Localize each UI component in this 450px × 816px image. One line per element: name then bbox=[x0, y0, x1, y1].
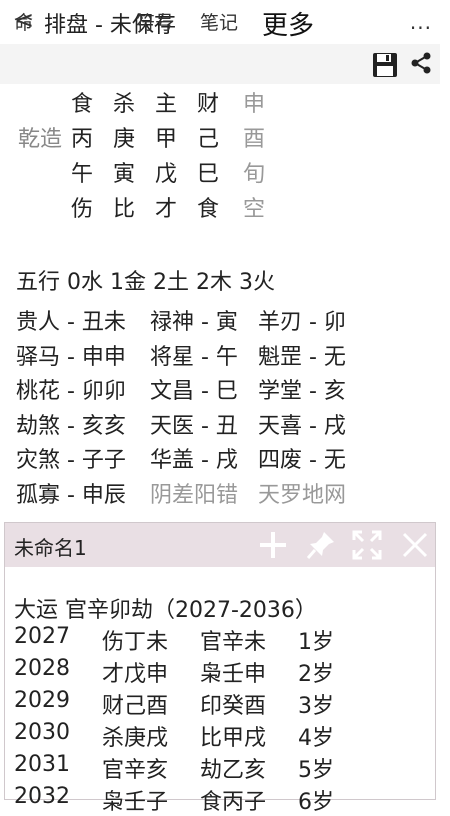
bazi-cell[interactable]: 寅 bbox=[104, 156, 144, 188]
bazi-cell[interactable]: 午 bbox=[62, 156, 102, 188]
shensha-item[interactable]: 天喜 - 戌 bbox=[258, 408, 346, 440]
year-label[interactable]: 2030 bbox=[14, 720, 70, 745]
shensha-item[interactable]: 魁罡 - 无 bbox=[258, 339, 346, 371]
bazi-cell[interactable]: 酉 bbox=[234, 121, 274, 153]
bazi-cell[interactable]: 杀 bbox=[104, 86, 144, 118]
save-icon[interactable] bbox=[372, 52, 398, 78]
ganzhi-cell[interactable]: 官辛亥 bbox=[102, 752, 168, 784]
year-label[interactable]: 2032 bbox=[14, 784, 70, 809]
age-label[interactable]: 6岁 bbox=[298, 784, 334, 816]
bazi-cell[interactable]: 庚 bbox=[104, 121, 144, 153]
shensha-item[interactable]: 灾煞 - 子子 bbox=[16, 442, 126, 474]
bazi-cell[interactable]: 伤 bbox=[62, 191, 102, 223]
ganzhi-cell[interactable]: 财己酉 bbox=[102, 688, 168, 720]
bazi-cell[interactable]: 戊 bbox=[146, 156, 186, 188]
tab-more[interactable]: 更多 bbox=[262, 5, 314, 42]
bazi-cell[interactable]: 食 bbox=[188, 191, 228, 223]
year-label[interactable]: 2028 bbox=[14, 656, 70, 681]
year-label[interactable]: 2031 bbox=[14, 752, 70, 777]
bazi-cell[interactable]: 空 bbox=[234, 191, 274, 223]
gender-label: 乾造 bbox=[18, 127, 63, 152]
ganzhi-cell[interactable]: 食丙子 bbox=[200, 784, 266, 816]
ganzhi-cell[interactable]: 比甲戌 bbox=[200, 720, 266, 752]
shensha-item[interactable]: 天罗地网 bbox=[258, 477, 346, 509]
ganzhi-cell[interactable]: 官辛未 bbox=[200, 624, 266, 656]
shensha-item[interactable]: 禄神 - 寅 bbox=[150, 304, 238, 336]
bazi-cell[interactable]: 比 bbox=[104, 191, 144, 223]
pin-icon[interactable] bbox=[306, 530, 336, 560]
shensha-item[interactable]: 羊刃 - 卯 bbox=[258, 304, 346, 336]
bazi-cell[interactable]: 食 bbox=[62, 86, 102, 118]
shensha-item[interactable]: 将星 - 午 bbox=[150, 339, 238, 371]
bazi-cell[interactable]: 才 bbox=[146, 191, 186, 223]
age-label[interactable]: 4岁 bbox=[298, 720, 334, 752]
overflow-menu-button[interactable]: ... bbox=[410, 10, 432, 34]
shensha-item[interactable]: 桃花 - 卯卯 bbox=[16, 373, 126, 405]
add-icon[interactable] bbox=[258, 530, 288, 560]
shensha-item[interactable]: 天医 - 丑 bbox=[150, 408, 238, 440]
shensha-item[interactable]: 孤寡 - 申辰 bbox=[16, 477, 126, 509]
shensha-item[interactable]: 学堂 - 亥 bbox=[258, 373, 346, 405]
tab-biji[interactable]: 笔记 bbox=[200, 8, 238, 35]
shensha-item[interactable]: 阴差阳错 bbox=[150, 477, 238, 509]
year-label[interactable]: 2027 bbox=[14, 624, 70, 649]
expand-icon[interactable] bbox=[352, 530, 382, 560]
age-label[interactable]: 3岁 bbox=[298, 688, 334, 720]
ganzhi-cell[interactable]: 才戊申 bbox=[102, 656, 168, 688]
age-label[interactable]: 1岁 bbox=[298, 624, 334, 656]
bazi-cell[interactable]: 主 bbox=[146, 86, 186, 118]
age-label[interactable]: 2岁 bbox=[298, 656, 334, 688]
shensha-item[interactable]: 驿马 - 申申 bbox=[16, 339, 126, 371]
panel-title: 未命名1 bbox=[14, 536, 87, 560]
tab-fuhao[interactable]: 符号 bbox=[136, 8, 174, 35]
wuxing-summary: 五行 0水 1金 2土 2木 3火 bbox=[16, 270, 275, 295]
shensha-item[interactable]: 劫煞 - 亥亥 bbox=[16, 408, 126, 440]
shensha-item[interactable]: 四废 - 无 bbox=[258, 442, 346, 474]
bazi-cell[interactable]: 旬 bbox=[234, 156, 274, 188]
ganzhi-cell[interactable]: 印癸酉 bbox=[200, 688, 266, 720]
shensha-item[interactable]: 文昌 - 巳 bbox=[150, 373, 238, 405]
shensha-item[interactable]: 贵人 - 丑未 bbox=[16, 304, 126, 336]
ganzhi-cell[interactable]: 枭壬申 bbox=[200, 656, 266, 688]
bazi-cell[interactable]: 巳 bbox=[188, 156, 228, 188]
ganzhi-cell[interactable]: 伤丁未 bbox=[102, 624, 168, 656]
bazi-cell[interactable]: 己 bbox=[188, 121, 228, 153]
bazi-cell[interactable]: 甲 bbox=[146, 121, 186, 153]
bazi-cell[interactable]: 申 bbox=[234, 86, 274, 118]
share-icon[interactable] bbox=[410, 52, 432, 74]
tab-ming[interactable]: 命 bbox=[14, 8, 33, 35]
ganzhi-cell[interactable]: 枭壬子 bbox=[102, 784, 168, 816]
ganzhi-cell[interactable]: 杀庚戌 bbox=[102, 720, 168, 752]
shensha-item[interactable]: 华盖 - 戌 bbox=[150, 442, 238, 474]
bazi-cell[interactable]: 丙 bbox=[62, 121, 102, 153]
dayun-title: 大运 官辛卯劫（2027-2036） bbox=[14, 598, 317, 623]
bazi-cell[interactable]: 财 bbox=[188, 86, 228, 118]
close-icon[interactable] bbox=[400, 530, 430, 560]
ganzhi-cell[interactable]: 劫乙亥 bbox=[200, 752, 266, 784]
age-label[interactable]: 5岁 bbox=[298, 752, 334, 784]
year-label[interactable]: 2029 bbox=[14, 688, 70, 713]
